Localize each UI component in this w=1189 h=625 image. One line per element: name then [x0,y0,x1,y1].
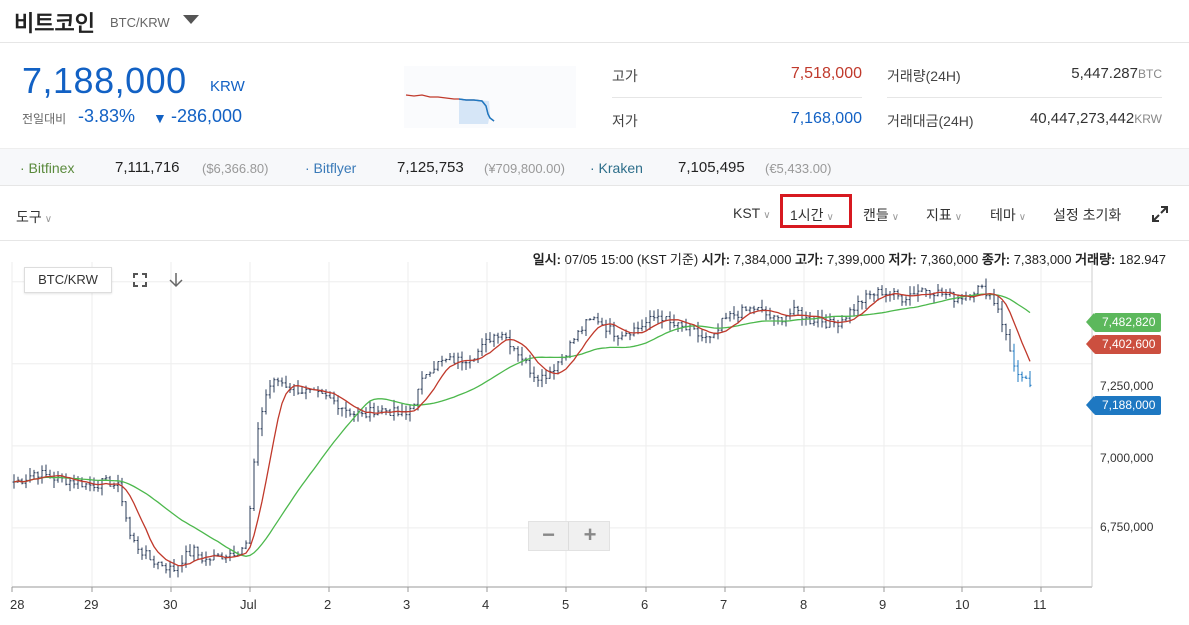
x-tick: 2 [324,597,332,612]
coin-header: 비트코인 BTC/KRW [0,0,1189,43]
amount-value: 40,447,273,442 [1029,110,1135,127]
exchange-kraken-sub: (€5,433.00) [765,161,832,176]
coin-name: 비트코인 [14,11,95,36]
chart-pair-button[interactable]: BTC/KRW [24,267,112,293]
change-rate: -3.83% [78,106,136,126]
exchange-kraken-price: 7,105,495 [678,159,745,176]
x-tick: Jul [240,597,257,612]
volume-unit: BTC [1138,67,1162,81]
ma-long-line [13,293,1031,557]
theme-menu[interactable]: 테마 ∨ [990,205,1026,225]
ma-short-line [13,291,1031,567]
timezone-menu[interactable]: KST ∨ [733,205,771,221]
exchange-kraken-name[interactable]: · Kraken [590,160,643,176]
candles-label: 캔들 [863,207,889,223]
divider [612,97,862,98]
price-unit: KRW [210,78,245,95]
exchange-bitflyer-name[interactable]: · Bitflyer [305,160,356,176]
chevron-down-icon: ∨ [891,212,900,223]
volume-value-wrap: 5,447.287BTC [985,65,1162,82]
fit-screen-icon[interactable] [133,273,147,287]
x-tick: 10 [955,597,970,612]
chart-toolbar: 도구 ∨ KST ∨ 1시간 ∨ 캔들 ∨ 지표 ∨ 테마 ∨ 설정 초기화 [0,187,1189,241]
x-tick: 28 [10,597,25,612]
x-tick: 3 [403,597,411,612]
divider [887,97,1162,98]
volume-label: 거래량(24H) [887,68,961,84]
x-tick: 6 [641,597,649,612]
last-price-tag: 7,188,000 [1085,396,1162,415]
y-tick: 7,250,000 [1100,379,1154,393]
x-tick: 5 [562,597,570,612]
high-label: 고가 [612,68,638,84]
chevron-down-icon: ∨ [826,212,834,223]
down-arrow-icon: ▼ [153,110,167,126]
x-tick: 7 [720,597,728,612]
ma-short-price-tag: 7,402,600 [1085,335,1162,354]
change-label: 전일대비 [22,112,67,126]
zoom-controls: − + [528,521,610,551]
amount-unit: KRW [1134,112,1162,126]
exchange-bitfinex-name[interactable]: · Bitfinex [20,160,74,176]
exchange-ticker-bar: · Bitfinex 7,111,716 ($6,366.80) · Bitfl… [0,148,1189,186]
interval-menu[interactable]: 1시간 ∨ [790,205,834,225]
x-tick: 9 [879,597,887,612]
amount-value-wrap: 40,447,273,442KRW [985,110,1162,127]
indicators-label: 지표 [926,207,952,223]
price-chart-area[interactable]: BTC/KRW 7,482,820 7,402,600 7,188,000 7,… [0,262,1189,625]
y-tick: 7,000,000 [1100,451,1154,465]
high-value: 7,518,000 [790,65,862,82]
interval-label: 1시간 [790,207,824,223]
zoom-out-button[interactable]: − [529,522,569,550]
candlestick-chart[interactable] [0,262,1189,625]
indicators-menu[interactable]: 지표 ∨ [926,205,962,225]
coin-pair: BTC/KRW [110,15,170,30]
chevron-down-icon: ∨ [954,212,963,223]
change-amount: -286,000 [171,106,243,126]
chevron-down-icon: ∨ [1018,212,1027,223]
current-price: 7,188,000 [22,60,187,101]
ma-long-price-tag: 7,482,820 [1085,313,1162,332]
x-tick: 4 [482,597,490,612]
tools-menu[interactable]: 도구 ∨ [16,207,52,227]
chevron-down-icon: ∨ [763,210,771,221]
reset-settings-button[interactable]: 설정 초기화 [1053,205,1121,225]
chevron-down-icon: ∨ [44,214,53,225]
exchange-bitflyer-sub: (¥709,800.00) [484,161,565,176]
exchange-bitfinex-sub: ($6,366.80) [202,161,269,176]
low-label: 저가 [612,113,638,129]
y-tick: 6,750,000 [1100,520,1154,534]
x-tick: 8 [800,597,808,612]
exchange-bitfinex-price: 7,111,716 [115,159,180,176]
download-arrow-icon[interactable] [168,272,184,288]
timezone-label: KST [733,205,761,221]
fullscreen-icon[interactable] [1152,206,1168,222]
candles-menu[interactable]: 캔들 ∨ [863,205,899,225]
caret-down-icon[interactable] [183,15,199,24]
price-summary: 7,188,000 KRW 전일대비 -3.83% ▼ -286,000 고가 … [0,44,1189,144]
low-value: 7,168,000 [790,110,862,127]
theme-label: 테마 [990,207,1016,223]
tools-label: 도구 [16,209,42,225]
zoom-in-button[interactable]: + [570,522,610,550]
exchange-bitflyer-price: 7,125,753 [397,159,464,176]
x-tick: 30 [163,597,178,612]
x-tick: 29 [84,597,99,612]
x-tick: 11 [1033,597,1047,612]
volume-value: 5,447.287 [1071,65,1138,82]
amount-label: 거래대금(24H) [887,113,974,129]
mini-sparkline [404,66,576,128]
